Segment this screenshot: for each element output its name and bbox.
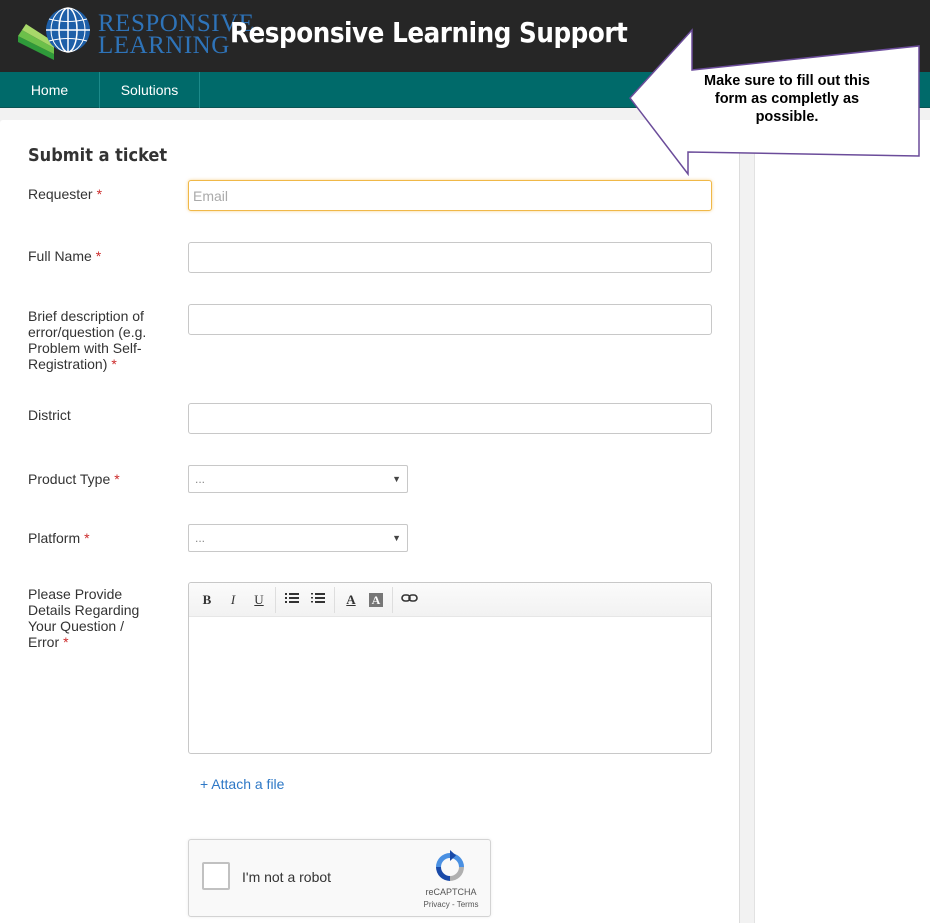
unordered-list-button[interactable] [282, 591, 302, 609]
requester-email-input[interactable] [188, 180, 712, 211]
logo-text-line2: LEARNING [98, 32, 230, 59]
requester-label-text: Requester [28, 186, 93, 202]
attach-file-link[interactable]: + Attach a file [200, 776, 284, 792]
toolbar-divider [334, 587, 335, 613]
main-panel [0, 120, 740, 923]
italic-button[interactable]: I [223, 591, 243, 609]
product-type-label-text: Product Type [28, 471, 111, 487]
recaptcha-checkbox[interactable] [202, 862, 230, 890]
ordered-list-icon [311, 593, 325, 603]
recaptcha-icon [436, 850, 464, 881]
insert-link-button[interactable] [400, 591, 420, 609]
chevron-down-icon: ▼ [392, 533, 401, 543]
recaptcha-brand: reCAPTCHA [425, 887, 477, 897]
full-name-label-text: Full Name [28, 248, 92, 264]
logo[interactable]: RESPONSIVE LEARNING [14, 6, 254, 62]
platform-label-text: Platform [28, 530, 81, 546]
background-color-icon: A [369, 593, 383, 607]
toolbar-divider [392, 587, 393, 613]
background-color-button[interactable]: A [366, 591, 386, 609]
site-title: Responsive Learning Support [230, 16, 628, 49]
unordered-list-icon [285, 593, 299, 603]
platform-selected: ... [195, 531, 206, 545]
full-name-input[interactable] [188, 242, 712, 273]
globe-icon [18, 7, 90, 60]
side-panel [754, 120, 930, 923]
bold-button[interactable]: B [197, 591, 217, 609]
required-marker: * [84, 530, 90, 546]
recaptcha-privacy-terms[interactable]: Privacy - Terms [411, 900, 491, 909]
link-icon [401, 594, 418, 602]
product-type-selected: ... [195, 472, 206, 486]
required-marker: * [111, 356, 117, 372]
details-label: Please Provide Details Regarding Your Qu… [28, 586, 153, 650]
description-label: Brief description of error/question (e.g… [28, 308, 158, 372]
text-color-button[interactable]: A [341, 591, 361, 609]
district-input[interactable] [188, 403, 712, 434]
full-name-label: Full Name * [28, 248, 168, 264]
required-marker: * [114, 471, 120, 487]
nav-home[interactable]: Home [0, 72, 100, 108]
description-input[interactable] [188, 304, 712, 335]
underline-button[interactable]: U [249, 591, 269, 609]
product-type-label: Product Type * [28, 471, 168, 487]
recaptcha-widget: I'm not a robot reCAPTCHA Privacy - Term… [188, 839, 491, 917]
nav-solutions[interactable]: Solutions [100, 72, 200, 108]
required-marker: * [96, 186, 103, 202]
callout-text: Make sure to fill out this form as compl… [704, 73, 870, 125]
form-title: Submit a ticket [28, 145, 168, 166]
details-label-text: Please Provide Details Regarding Your Qu… [28, 586, 140, 650]
chevron-down-icon: ▼ [392, 474, 401, 484]
requester-label: Requester * [28, 186, 168, 202]
editor-toolbar: B I U A A [189, 583, 711, 617]
platform-select[interactable]: ... ▼ [188, 524, 408, 552]
required-marker: * [95, 248, 102, 264]
district-label: District [28, 407, 71, 423]
required-marker: * [63, 634, 69, 650]
toolbar-divider [275, 587, 276, 613]
product-type-select[interactable]: ... ▼ [188, 465, 408, 493]
ordered-list-button[interactable] [308, 591, 328, 609]
platform-label: Platform * [28, 530, 168, 546]
recaptcha-label: I'm not a robot [242, 869, 332, 885]
description-label-text: Brief description of error/question (e.g… [28, 308, 147, 372]
details-editor[interactable]: B I U A A [188, 582, 712, 754]
